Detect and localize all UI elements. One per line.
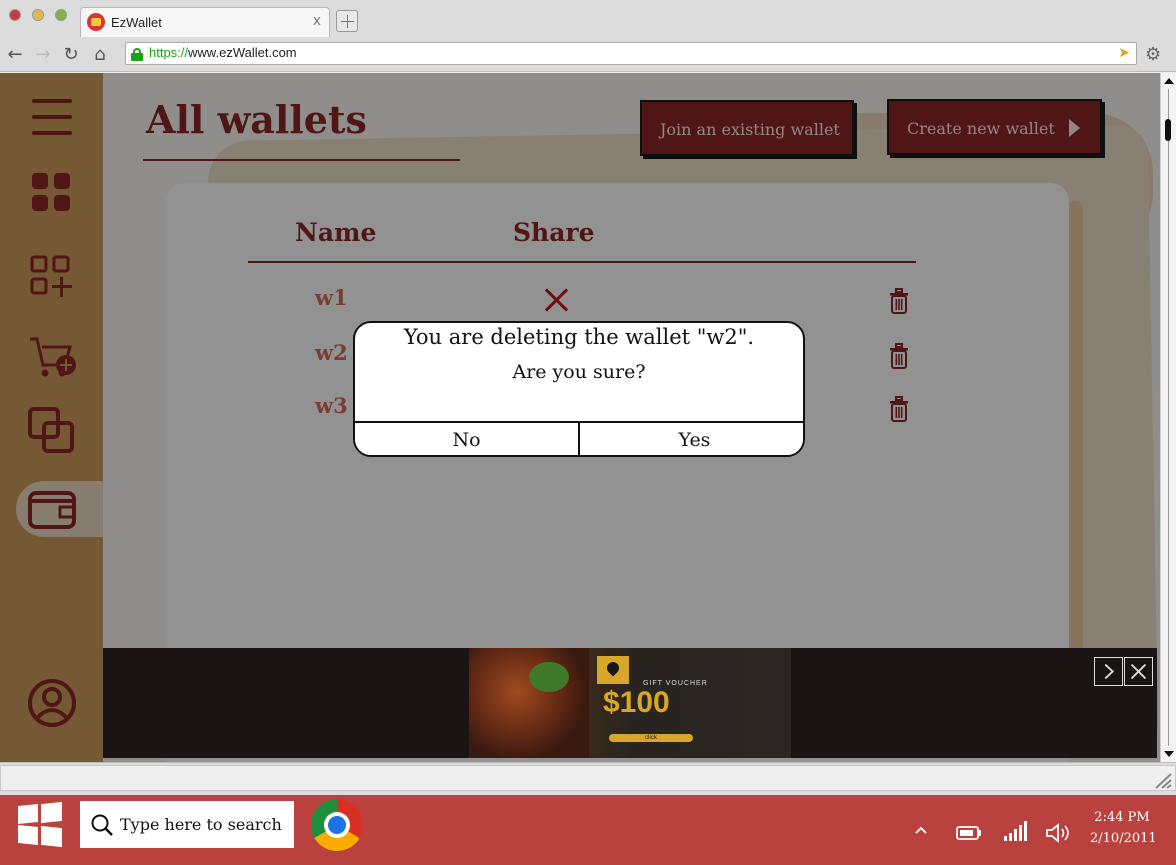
ad-cta[interactable]: click [609, 734, 693, 742]
ad-price: $100 [603, 686, 670, 719]
show-hidden-icons-icon[interactable] [914, 825, 928, 835]
vertical-scrollbar[interactable] [1160, 73, 1176, 762]
bookmark-icon[interactable]: ➤ [1118, 45, 1130, 61]
window-minimize-button[interactable] [32, 9, 44, 21]
taskbar-search-input[interactable]: Type here to search [80, 801, 294, 848]
browser-toolbar: EzWallet x ← → ↻ ⌂ https://www.ezWallet.… [0, 0, 1176, 72]
battery-icon[interactable] [956, 825, 982, 841]
chrome-browser-icon[interactable] [311, 799, 363, 851]
search-placeholder: Type here to search [120, 815, 282, 834]
url-text: https://www.ezWallet.com [149, 45, 297, 60]
settings-gear-icon[interactable]: ⚙ [1145, 44, 1161, 65]
system-clock[interactable]: 2:44 PM 2/10/2011 [1090, 807, 1157, 849]
ad-food-photo [469, 648, 589, 758]
status-field [0, 765, 1176, 791]
ad-next-icon[interactable] [1094, 657, 1123, 686]
forward-icon[interactable]: → [32, 44, 54, 66]
dialog-yes-button[interactable]: Yes [582, 423, 803, 455]
address-bar[interactable]: https://www.ezWallet.com ➤ [125, 42, 1137, 65]
reload-icon[interactable]: ↻ [60, 44, 82, 66]
scroll-thumb[interactable] [1165, 119, 1171, 141]
windows-start-icon[interactable] [18, 801, 62, 848]
ad-image[interactable]: GIFT VOUCHER $100 click [469, 648, 791, 758]
new-tab-button[interactable] [336, 10, 358, 32]
browser-statusbar [0, 762, 1176, 795]
location-pin-icon [597, 656, 629, 684]
ad-close-icon[interactable] [1124, 657, 1153, 686]
favicon-icon [87, 13, 105, 31]
ad-food-photo [529, 662, 569, 692]
page-viewport: All wallets Join an existing wallet Crea… [0, 73, 1160, 762]
window-maximize-button[interactable] [55, 9, 67, 21]
dialog-no-button[interactable]: No [355, 423, 580, 455]
resize-grip-icon[interactable] [1152, 771, 1172, 789]
tab-close-button[interactable]: x [313, 13, 321, 29]
browser-tab[interactable]: EzWallet x [80, 7, 330, 37]
search-icon [91, 814, 113, 836]
home-icon[interactable]: ⌂ [89, 44, 111, 66]
clock-time: 2:44 PM [1094, 810, 1150, 825]
ad-banner[interactable]: GIFT VOUCHER $100 click [103, 648, 1157, 758]
dialog-message: You are deleting the wallet "w2". [403, 325, 755, 349]
volume-icon[interactable] [1045, 823, 1071, 843]
scroll-track[interactable] [1168, 89, 1169, 746]
dialog-question: Are you sure? [512, 361, 646, 383]
scroll-up-icon[interactable] [1164, 78, 1174, 84]
clock-date: 2/10/2011 [1090, 831, 1157, 846]
scroll-down-icon[interactable] [1164, 751, 1174, 757]
tab-title: EzWallet [111, 15, 162, 30]
taskbar: Type here to search 2:44 PM 2/10/2011 [0, 795, 1176, 865]
network-signal-icon[interactable] [1003, 820, 1029, 842]
back-icon[interactable]: ← [4, 44, 26, 66]
window-close-button[interactable] [9, 9, 21, 21]
delete-confirm-dialog: You are deleting the wallet "w2". Are yo… [353, 321, 805, 457]
lock-icon [131, 48, 143, 61]
